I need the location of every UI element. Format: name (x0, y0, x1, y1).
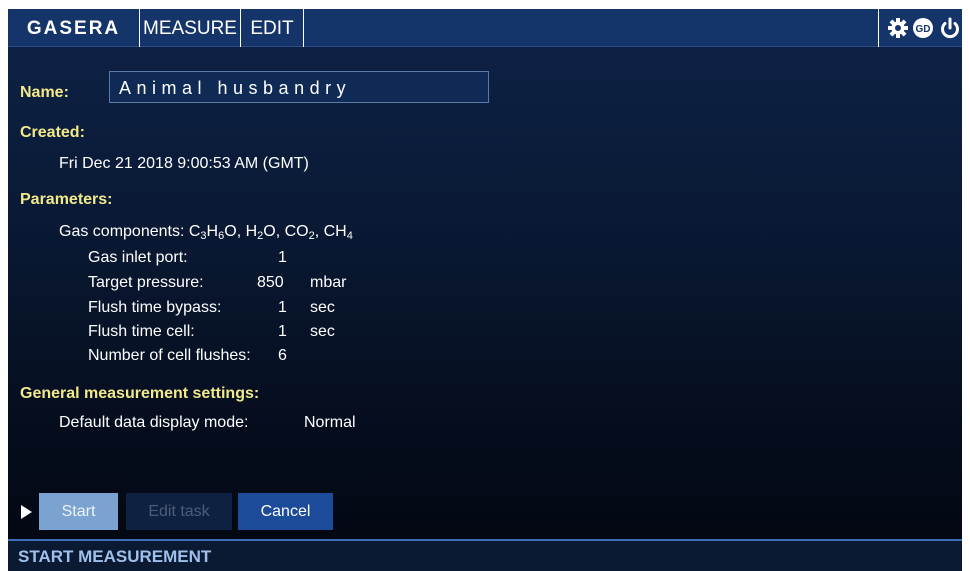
param-label-flush-bypass: Flush time bypass: (88, 299, 222, 316)
toolbar-icons: GD (878, 9, 962, 47)
menu-edit[interactable]: EDIT (241, 9, 304, 47)
gas-components-line: Gas components: C3H6O, H2O, CO2, CH4 (59, 223, 353, 242)
gasera-logo: GASERA (8, 9, 140, 47)
name-label: Name: (20, 84, 69, 101)
gas-c3h6o: C3H6O (188, 223, 237, 242)
param-value-inlet: 1 (278, 249, 287, 266)
status-bar: START MEASUREMENT (8, 539, 962, 571)
general-settings-label: General measurement settings: (20, 385, 260, 402)
menu-measure[interactable]: MEASURE (140, 9, 241, 47)
param-unit-pressure: mbar (310, 274, 347, 291)
cancel-button[interactable]: Cancel (238, 493, 333, 530)
power-icon[interactable] (939, 17, 961, 39)
app-window: GASERA MEASURE EDIT GD Name: Animal husb… (8, 9, 962, 571)
task-name-field[interactable]: Animal husbandry (109, 71, 489, 103)
display-mode-value: Normal (304, 414, 356, 431)
gas-h2o: H2O (245, 223, 276, 242)
created-label: Created: (20, 124, 85, 141)
gas-ch4: CH4 (323, 223, 353, 242)
param-value-pressure: 850 (257, 274, 284, 291)
parameters-label: Parameters: (20, 191, 113, 208)
param-value-flush-cell: 1 (278, 323, 287, 340)
edit-task-button[interactable]: Edit task (126, 493, 232, 530)
param-unit-flush-cell: sec (310, 323, 335, 340)
param-label-pressure: Target pressure: (88, 274, 204, 291)
display-mode-label: Default data display mode: (59, 414, 249, 431)
selection-arrow-icon (21, 505, 32, 519)
param-label-cell-flushes: Number of cell flushes: (88, 347, 251, 364)
param-label-flush-cell: Flush time cell: (88, 323, 195, 340)
status-text: START MEASUREMENT (18, 547, 212, 566)
top-menu-bar: GASERA MEASURE EDIT GD (8, 9, 962, 47)
gas-components-prefix: Gas components: (59, 223, 185, 240)
gd-badge-icon[interactable]: GD (912, 17, 934, 39)
param-value-cell-flushes: 6 (278, 347, 287, 364)
start-button[interactable]: Start (39, 493, 118, 530)
created-value: Fri Dec 21 2018 9:00:53 AM (GMT) (59, 155, 309, 172)
param-unit-flush-bypass: sec (310, 299, 335, 316)
param-value-flush-bypass: 1 (278, 299, 287, 316)
gas-co2: CO2 (284, 223, 315, 242)
svg-text:GD: GD (916, 24, 931, 35)
gear-icon[interactable] (887, 17, 909, 39)
param-label-inlet: Gas inlet port: (88, 249, 188, 266)
